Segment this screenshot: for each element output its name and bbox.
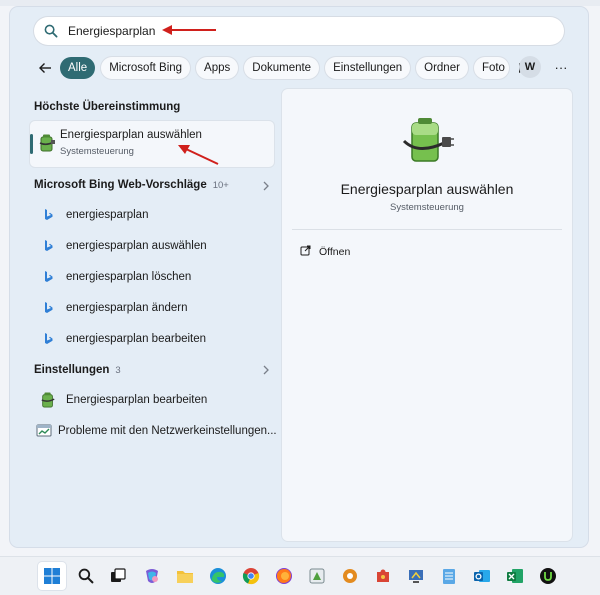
chevron-right-icon[interactable] [262,181,270,191]
list-item-label: Energiesparplan bearbeiten [66,394,208,406]
filter-chip-settings[interactable]: Einstellungen [325,57,411,79]
power-plan-battery-icon [38,133,56,158]
search-icon [43,23,59,39]
list-item-label: energiesparplan ändern [66,302,188,314]
bing-icon [36,302,60,314]
search-icon[interactable] [72,562,100,590]
list-item-label: energiesparplan löschen [66,271,192,283]
search-box[interactable] [34,17,564,45]
copilot-icon[interactable] [138,562,166,590]
back-arrow-icon[interactable] [34,57,56,79]
edge-icon[interactable] [204,562,232,590]
open-button[interactable]: Öffnen [300,243,350,261]
file-explorer-icon[interactable] [171,562,199,590]
filter-row: Alle Microsoft Bing Apps Dokumente Einst… [34,56,574,80]
filter-chip-bing[interactable]: Microsoft Bing [101,57,191,79]
puzzle-app-icon[interactable] [369,562,397,590]
settings-count: 3 [115,365,121,376]
start-search-panel: Alle Microsoft Bing Apps Dokumente Einst… [10,7,588,547]
list-item-label: Probleme mit den Netzwerkeinstellungen..… [58,425,277,437]
excel-icon[interactable] [501,562,529,590]
upwork-icon[interactable] [534,562,562,590]
best-match-title: Energiesparplan auswählen [60,129,202,141]
bing-icon [36,209,60,221]
avatar[interactable]: W [519,56,541,78]
settings-gear-app-icon[interactable] [336,562,364,590]
taskbar [0,556,600,595]
best-match-subtitle: Systemsteuerung [60,146,134,157]
detail-subtitle: Systemsteuerung [390,202,464,213]
bing-suggestions-heading: Microsoft Bing Web-Vorschläge 10+ [34,179,229,191]
power-plan-battery-icon [36,391,60,409]
bing-icon [36,333,60,345]
bing-icon [36,240,60,252]
search-input[interactable] [68,24,528,38]
list-item-label: energiesparplan [66,209,149,221]
list-item-label: energiesparplan auswählen [66,240,207,252]
detail-panel: Energiesparplan auswählen Systemsteuerun… [282,89,572,541]
detail-title: Energiesparplan auswählen [340,181,514,197]
bing-suggestions-heading-label: Microsoft Bing Web-Vorschläge [34,179,207,191]
bing-suggestions-count: 10+ [212,180,229,191]
bing-icon [36,271,60,283]
control-panel-icon[interactable] [402,562,430,590]
settings-heading-label: Einstellungen [34,364,110,376]
settings-heading: Einstellungen 3 [34,364,121,376]
list-item[interactable]: energiesparplan bearbeiten [30,326,274,352]
filter-chip-apps[interactable]: Apps [196,57,239,79]
filter-chip-all[interactable]: Alle [60,57,96,79]
list-item[interactable]: energiesparplan auswählen [30,233,274,259]
open-external-icon [300,243,311,261]
list-item[interactable]: Energiesparplan bearbeiten [30,387,274,413]
start-icon[interactable] [38,562,66,590]
notepad-icon[interactable] [435,562,463,590]
list-item[interactable]: energiesparplan löschen [30,264,274,290]
chrome-icon[interactable] [237,562,265,590]
power-plan-battery-icon [402,118,454,162]
outlook-icon[interactable] [468,562,496,590]
list-item[interactable]: Probleme mit den Netzwerkeinstellungen..… [30,418,277,444]
best-match-heading: Höchste Übereinstimmung [34,101,181,113]
app-icon[interactable] [303,562,331,590]
open-label: Öffnen [319,246,351,258]
selection-accent [30,134,33,154]
task-view-icon[interactable] [104,562,132,590]
filter-chip-documents[interactable]: Dokumente [244,57,320,79]
filter-chip-folders[interactable]: Ordner [416,57,468,79]
more-options-icon[interactable]: ··· [550,56,572,78]
divider [292,229,562,230]
chevron-right-icon[interactable] [262,365,270,375]
filter-chip-photos[interactable]: Foto [473,57,509,79]
network-troubleshoot-icon [36,424,52,438]
list-item-label: energiesparplan bearbeiten [66,333,207,345]
top-strip [0,0,600,6]
firefox-icon[interactable] [270,562,298,590]
best-match-result[interactable]: Energiesparplan auswählen Systemsteuerun… [30,121,274,167]
list-item[interactable]: energiesparplan [30,202,274,228]
list-item[interactable]: energiesparplan ändern [30,295,274,321]
